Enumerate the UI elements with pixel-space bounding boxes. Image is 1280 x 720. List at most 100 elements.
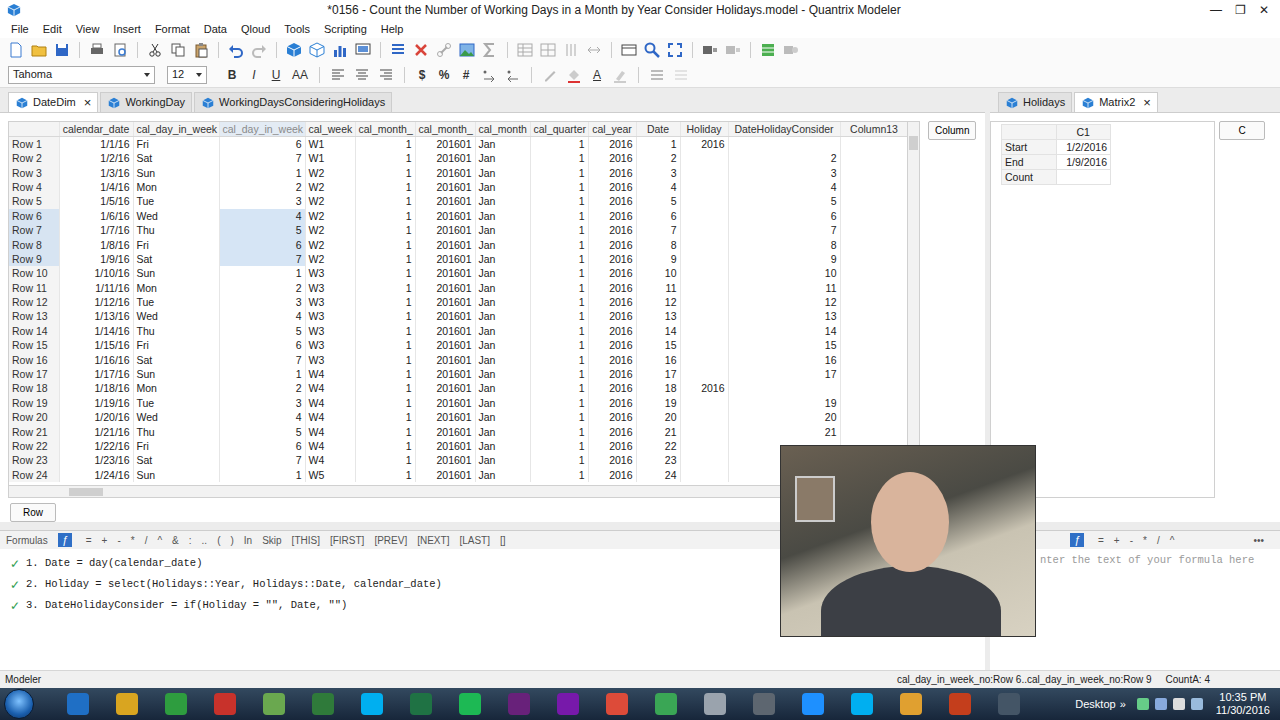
table-cell[interactable]: 2016 bbox=[588, 324, 636, 338]
chrome-app-button[interactable] bbox=[595, 689, 639, 719]
formula-op-button[interactable]: + bbox=[1110, 533, 1124, 548]
table-cell[interactable]: 2 bbox=[219, 281, 305, 295]
column-header[interactable]: Holiday bbox=[680, 122, 728, 137]
table-cell[interactable] bbox=[840, 151, 907, 165]
table-cell[interactable] bbox=[680, 295, 728, 309]
table-cell[interactable]: 1/13/16 bbox=[59, 309, 133, 323]
table-cell[interactable]: 2016 bbox=[588, 266, 636, 280]
table-row[interactable]: Row 51/5/16Tue3W21201601Jan1201655 bbox=[9, 194, 907, 208]
player-app-button[interactable] bbox=[154, 689, 198, 719]
formula-op-button[interactable]: - bbox=[1126, 533, 1137, 548]
row-header[interactable]: Row 2 bbox=[9, 151, 59, 165]
table-row[interactable]: Row 91/9/16Sat7W21201601Jan1201699 bbox=[9, 252, 907, 266]
undo-icon[interactable] bbox=[226, 40, 246, 60]
table-cell[interactable]: 12 bbox=[728, 295, 840, 309]
table-cell[interactable]: 5 bbox=[728, 194, 840, 208]
table-cell[interactable] bbox=[840, 281, 907, 295]
table-cell[interactable]: W2 bbox=[305, 252, 355, 266]
table-cell[interactable] bbox=[840, 338, 907, 352]
table-cell[interactable] bbox=[840, 352, 907, 366]
table-cell[interactable]: 14 bbox=[728, 324, 840, 338]
table-cell[interactable]: 11 bbox=[728, 281, 840, 295]
formula-op-button[interactable]: ( bbox=[213, 533, 224, 548]
table-cell[interactable]: 2016 bbox=[588, 281, 636, 295]
table-cell[interactable]: 1/22/16 bbox=[59, 439, 133, 453]
scroll-thumb[interactable] bbox=[69, 488, 103, 496]
table-cell[interactable]: Jan bbox=[475, 338, 530, 352]
table-cell[interactable]: 1/2/16 bbox=[59, 151, 133, 165]
table-cell[interactable]: 1/21/16 bbox=[59, 424, 133, 438]
row-header[interactable]: Row 15 bbox=[9, 338, 59, 352]
column-header[interactable]: cal_month bbox=[475, 122, 530, 137]
row-header[interactable]: Row 21 bbox=[9, 424, 59, 438]
table-cell[interactable]: 2 bbox=[636, 151, 680, 165]
cube-outline-icon[interactable] bbox=[307, 40, 327, 60]
table-cell[interactable] bbox=[680, 439, 728, 453]
row-header[interactable]: Row 12 bbox=[9, 295, 59, 309]
table-cell[interactable]: W2 bbox=[305, 194, 355, 208]
table-cell[interactable] bbox=[840, 180, 907, 194]
row-header[interactable]: Row 11 bbox=[9, 281, 59, 295]
media-app-button[interactable] bbox=[693, 689, 737, 719]
table-cell[interactable]: W3 bbox=[305, 266, 355, 280]
table-cell[interactable]: 201601 bbox=[415, 137, 475, 152]
table-row[interactable]: Row 221/22/16Fri6W41201601Jan1201622 bbox=[9, 439, 907, 453]
desktop-toolbar[interactable]: Desktop bbox=[1075, 696, 1115, 713]
table-row[interactable]: Row 31/3/16Sun1W21201601Jan1201633 bbox=[9, 165, 907, 179]
table-cell[interactable]: Fri bbox=[133, 439, 219, 453]
table-cell[interactable]: Sun bbox=[133, 165, 219, 179]
table-cell[interactable]: Tue bbox=[133, 194, 219, 208]
menu-item[interactable]: Scripting bbox=[317, 21, 374, 38]
row-header[interactable]: Row 19 bbox=[9, 396, 59, 410]
formula-op-button[interactable]: [LAST] bbox=[455, 533, 494, 548]
tray-icon[interactable] bbox=[1173, 698, 1185, 710]
table-cell[interactable]: 1 bbox=[355, 295, 415, 309]
table-cell[interactable]: Jan bbox=[475, 352, 530, 366]
table-cell[interactable]: Thu bbox=[133, 424, 219, 438]
menu-item[interactable]: View bbox=[69, 21, 107, 38]
table-cell[interactable]: 2 bbox=[219, 180, 305, 194]
table-cell[interactable]: 201601 bbox=[415, 165, 475, 179]
table-cell[interactable]: 2016 bbox=[588, 165, 636, 179]
table-cell[interactable]: 8 bbox=[636, 237, 680, 251]
table-cell[interactable] bbox=[680, 410, 728, 424]
table-cell[interactable]: W3 bbox=[305, 309, 355, 323]
table-cell[interactable] bbox=[840, 137, 907, 152]
table-cell[interactable] bbox=[680, 424, 728, 438]
table-cell[interactable]: 2016 bbox=[680, 137, 728, 152]
table-row[interactable]: Row 231/23/16Sat7W41201601Jan1201623 bbox=[9, 453, 907, 467]
formula-op-button[interactable]: [PREV] bbox=[370, 533, 411, 548]
table-cell[interactable]: 5 bbox=[219, 223, 305, 237]
row-header[interactable]: Row 10 bbox=[9, 266, 59, 280]
table-cell[interactable]: Jan bbox=[475, 252, 530, 266]
formula-op-button[interactable]: ^ bbox=[1166, 533, 1179, 548]
table-cell[interactable]: Jan bbox=[475, 439, 530, 453]
table-cell[interactable]: 6 bbox=[636, 209, 680, 223]
table-cell[interactable] bbox=[840, 165, 907, 179]
table-cell[interactable]: W3 bbox=[305, 281, 355, 295]
table-cell[interactable]: Jan bbox=[475, 453, 530, 467]
cube-icon[interactable] bbox=[1005, 93, 1019, 113]
table-cell[interactable]: 1 bbox=[355, 439, 415, 453]
table-cell[interactable]: 201601 bbox=[415, 180, 475, 194]
sheet-tab[interactable]: Matrix2× bbox=[1074, 92, 1158, 112]
row-header[interactable]: Row 3 bbox=[9, 165, 59, 179]
table-cell[interactable]: 1/19/16 bbox=[59, 396, 133, 410]
table-cell[interactable]: Jan bbox=[475, 223, 530, 237]
table-cell[interactable]: Jan bbox=[475, 410, 530, 424]
table-cell[interactable]: 6 bbox=[219, 338, 305, 352]
tools-app-button[interactable] bbox=[105, 689, 149, 719]
table-row[interactable]: Row 21/2/16Sat7W11201601Jan1201622 bbox=[9, 151, 907, 165]
font-size-toggle-button[interactable]: AA bbox=[289, 66, 311, 84]
table-cell[interactable]: 7 bbox=[219, 352, 305, 366]
tray-icon[interactable] bbox=[1191, 698, 1203, 710]
border-icon[interactable] bbox=[647, 65, 667, 85]
table-row[interactable]: Row 151/15/16Fri6W31201601Jan120161515 bbox=[9, 338, 907, 352]
table-cell[interactable]: 1 bbox=[355, 137, 415, 152]
table-cell[interactable]: 16 bbox=[728, 352, 840, 366]
table-cell[interactable]: 6 bbox=[219, 439, 305, 453]
table-cell[interactable]: 1/15/16 bbox=[59, 338, 133, 352]
print-preview-icon[interactable] bbox=[110, 40, 130, 60]
size-select[interactable]: 12 bbox=[167, 66, 207, 84]
table-cell[interactable]: 1 bbox=[219, 266, 305, 280]
